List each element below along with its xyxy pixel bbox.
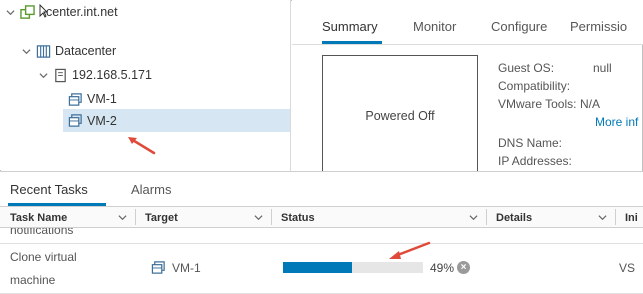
tab-summary[interactable]: Summary	[322, 19, 378, 34]
chevron-down-icon[interactable]	[469, 213, 478, 222]
tab-permissions[interactable]: Permissio	[570, 19, 627, 34]
chevron-down-icon[interactable]	[4, 1, 16, 23]
guest-os-label: Guest OS:	[498, 61, 555, 75]
vm-console-preview[interactable]: Powered Off	[322, 55, 478, 175]
tree-label-vcenter: center.int.net	[46, 5, 118, 19]
column-separator[interactable]	[615, 209, 616, 225]
task-name-cell: notifications	[10, 228, 74, 237]
tab-alarms[interactable]: Alarms	[131, 182, 171, 197]
chevron-down-icon[interactable]	[598, 213, 607, 222]
tasks-table-header: Task Name Target Status Details Ini	[0, 206, 643, 228]
vmware-tools-label: VMware Tools:	[498, 97, 577, 111]
column-label: Details	[496, 211, 533, 224]
datacenter-icon	[35, 43, 51, 59]
tree-item-host[interactable]: 192.168.5.171	[37, 64, 152, 86]
vmware-tools-value: N/A	[580, 97, 601, 111]
progress-percent-label: 49%	[430, 261, 455, 275]
host-icon	[52, 67, 68, 83]
tree-label-vm-2: VM-2	[87, 113, 117, 128]
chevron-down-icon[interactable]	[254, 213, 263, 222]
vcenter-icon	[19, 4, 35, 20]
ip-addresses-label: IP Addresses:	[498, 154, 572, 168]
tabs-divider	[292, 44, 643, 45]
column-header-details[interactable]: Details	[496, 207, 532, 228]
chevron-down-icon[interactable]	[118, 213, 127, 222]
column-label: Ini	[625, 211, 638, 224]
annotation-arrow-icon	[128, 137, 156, 155]
tree-label-host: 192.168.5.171	[72, 68, 152, 82]
pane-splitter[interactable]	[290, 0, 291, 172]
column-header-status[interactable]: Status	[281, 207, 315, 228]
column-label: Status	[281, 211, 315, 224]
tab-monitor[interactable]: Monitor	[413, 19, 456, 34]
compatibility-label: Compatibility:	[498, 79, 571, 93]
column-header-initiator[interactable]: Ini	[625, 207, 638, 228]
tree-item-vm-2[interactable]: VM-2	[63, 109, 290, 132]
chevron-down-icon[interactable]	[20, 40, 32, 62]
bottom-tabs: Recent Tasks Alarms	[0, 172, 643, 206]
annotation-arrow-icon	[389, 241, 431, 259]
vm-icon	[67, 113, 83, 129]
task-progress-bar	[283, 262, 423, 273]
column-label: Target	[145, 211, 178, 224]
initiator-cell: VS	[619, 261, 636, 275]
power-state-label: Powered Off	[365, 109, 435, 123]
tab-recent-tasks[interactable]: Recent Tasks	[10, 182, 88, 197]
tree-item-vcenter[interactable]: center.int.net	[4, 1, 118, 23]
task-progress-fill	[283, 262, 352, 273]
column-separator[interactable]	[486, 209, 487, 225]
column-separator[interactable]	[135, 209, 136, 225]
vm-icon	[150, 259, 166, 275]
table-row[interactable]: notifications	[0, 228, 643, 244]
tab-configure[interactable]: Configure	[491, 19, 547, 34]
column-header-target[interactable]: Target	[145, 207, 178, 228]
vm-icon	[67, 91, 83, 107]
tree-label-vm-1: VM-1	[87, 92, 117, 106]
more-info-link[interactable]: More inf	[595, 115, 638, 129]
chevron-down-icon[interactable]	[37, 64, 49, 86]
cancel-icon[interactable]: ×	[457, 261, 470, 274]
guest-os-value: null	[593, 61, 612, 75]
column-separator[interactable]	[271, 209, 272, 225]
target-link[interactable]: VM-1	[172, 261, 201, 275]
dns-name-label: DNS Name:	[498, 136, 563, 150]
column-header-task-name[interactable]: Task Name	[10, 207, 67, 228]
tree-label-datacenter: Datacenter	[55, 44, 117, 58]
task-name-line-1: Clone virtual	[10, 250, 77, 264]
tree-item-datacenter[interactable]: Datacenter	[20, 40, 116, 62]
cursor-icon	[39, 3, 49, 21]
column-label: Task Name	[10, 211, 68, 224]
tree-item-vm-1[interactable]: VM-1	[67, 88, 117, 110]
task-name-line-2: machine	[10, 273, 56, 287]
